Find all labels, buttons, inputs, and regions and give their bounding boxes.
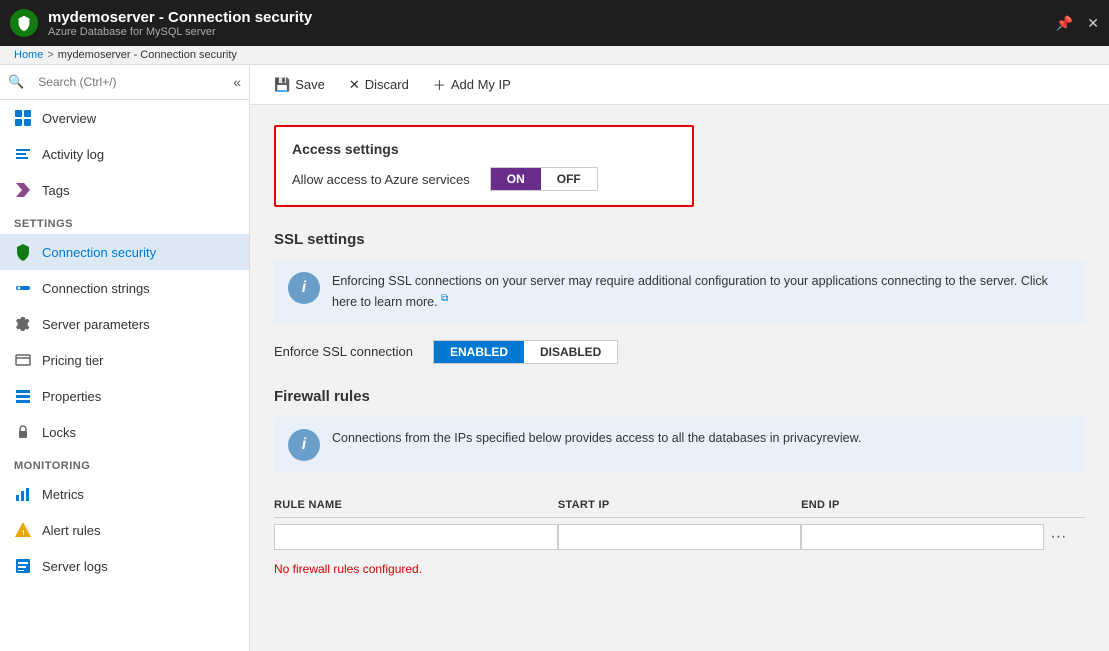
tags-icon <box>14 181 32 199</box>
sidebar-item-label: Overview <box>42 111 96 126</box>
monitoring-section-label: MONITORING <box>0 450 249 476</box>
lock-icon <box>14 423 32 441</box>
sidebar-item-label: Properties <box>42 389 101 404</box>
title-bar-controls: 📌 ✕ <box>1056 15 1099 32</box>
access-toggle-group: ON OFF <box>490 167 598 191</box>
sidebar-item-pricing-tier[interactable]: Pricing tier <box>0 342 249 378</box>
sidebar-item-properties[interactable]: Properties <box>0 378 249 414</box>
sidebar-item-connection-security[interactable]: Connection security <box>0 234 249 270</box>
sidebar-item-label: Connection strings <box>42 281 150 296</box>
pin-icon[interactable]: 📌 <box>1056 15 1073 32</box>
enforce-ssl-label: Enforce SSL connection <box>274 344 413 359</box>
content-area: 💾 Save ✕ Discard ＋ Add My IP Access sett… <box>250 65 1109 651</box>
access-settings-title: Access settings <box>292 141 676 157</box>
settings-section-label: SETTINGS <box>0 208 249 234</box>
ssl-info-icon: i <box>288 272 320 304</box>
activity-log-icon <box>14 145 32 163</box>
collapse-sidebar-button[interactable]: « <box>233 74 241 90</box>
toggle-off-button[interactable]: OFF <box>541 168 597 190</box>
firewall-section: Firewall rules i Connections from the IP… <box>274 388 1085 576</box>
ssl-section: SSL settings i Enforcing SSL connections… <box>274 231 1085 364</box>
metrics-icon <box>14 485 32 503</box>
shield-icon <box>14 243 32 261</box>
end-ip-input[interactable] <box>801 524 1044 550</box>
sidebar-item-server-logs[interactable]: Server logs <box>0 548 249 584</box>
sidebar-item-tags[interactable]: Tags <box>0 172 249 208</box>
gear-icon <box>14 315 32 333</box>
content-scroll: Access settings Allow access to Azure se… <box>250 105 1109 651</box>
pricing-icon <box>14 351 32 369</box>
connection-strings-icon <box>14 279 32 297</box>
breadcrumb-current: mydemoserver - Connection security <box>58 49 237 61</box>
title-bar: mydemoserver - Connection security Azure… <box>0 0 1109 46</box>
sidebar: 🔍 « Overview Activity log Tags SETTINGS <box>0 65 250 651</box>
discard-icon: ✕ <box>349 77 360 93</box>
sidebar-item-label: Tags <box>42 183 69 198</box>
sidebar-item-label: Activity log <box>42 147 104 162</box>
rule-name-input[interactable] <box>274 524 558 550</box>
save-button[interactable]: 💾 Save <box>270 75 329 95</box>
firewall-info-box: i Connections from the IPs specified bel… <box>274 417 1085 473</box>
ssl-section-title: SSL settings <box>274 231 1085 248</box>
main-layout: 🔍 « Overview Activity log Tags SETTINGS <box>0 65 1109 651</box>
sidebar-item-label: Metrics <box>42 487 84 502</box>
page-subtitle: Azure Database for MySQL server <box>48 26 1056 38</box>
page-title: mydemoserver - Connection security <box>48 9 1056 26</box>
firewall-rules-table: RULE NAME START IP END IP ··· <box>274 493 1085 556</box>
sidebar-item-label: Locks <box>42 425 76 440</box>
sidebar-item-label: Pricing tier <box>42 353 103 368</box>
alert-icon: ! <box>14 521 32 539</box>
search-bar: 🔍 « <box>0 65 249 100</box>
sidebar-item-label: Alert rules <box>42 523 101 538</box>
overview-icon <box>14 109 32 127</box>
firewall-info-icon: i <box>288 429 320 461</box>
sidebar-item-server-parameters[interactable]: Server parameters <box>0 306 249 342</box>
add-icon: ＋ <box>433 75 446 94</box>
ssl-info-text: Enforcing SSL connections on your server… <box>332 272 1071 312</box>
sidebar-item-label: Server parameters <box>42 317 150 332</box>
firewall-info-text: Connections from the IPs specified below… <box>332 429 861 448</box>
access-toggle-row: Allow access to Azure services ON OFF <box>292 167 676 191</box>
start-ip-input[interactable] <box>558 524 801 550</box>
ssl-enabled-button[interactable]: ENABLED <box>434 341 524 363</box>
sidebar-item-metrics[interactable]: Metrics <box>0 476 249 512</box>
external-link-icon[interactable]: ⧉ <box>441 293 448 304</box>
properties-icon <box>14 387 32 405</box>
title-bar-text: mydemoserver - Connection security Azure… <box>48 9 1056 38</box>
sidebar-item-activity-log[interactable]: Activity log <box>0 136 249 172</box>
ssl-toggle-row: Enforce SSL connection ENABLED DISABLED <box>274 340 1085 364</box>
search-input[interactable] <box>30 71 227 93</box>
row-options-button[interactable]: ··· <box>1044 528 1066 545</box>
breadcrumb-separator: > <box>47 49 53 61</box>
close-icon[interactable]: ✕ <box>1087 15 1099 32</box>
search-icon: 🔍 <box>8 74 24 90</box>
svg-text:!: ! <box>22 530 24 537</box>
col-start-ip: START IP <box>558 493 801 518</box>
ssl-toggle-group: ENABLED DISABLED <box>433 340 618 364</box>
discard-button[interactable]: ✕ Discard <box>345 75 413 95</box>
firewall-rule-row: ··· <box>274 517 1085 556</box>
save-icon: 💾 <box>274 77 290 93</box>
col-rule-name: RULE NAME <box>274 493 558 518</box>
sidebar-item-connection-strings[interactable]: Connection strings <box>0 270 249 306</box>
ssl-disabled-button[interactable]: DISABLED <box>524 341 617 363</box>
sidebar-item-label: Connection security <box>42 245 156 260</box>
breadcrumb: Home > mydemoserver - Connection securit… <box>0 46 1109 65</box>
sidebar-item-label: Server logs <box>42 559 108 574</box>
no-rules-text: No firewall rules configured. <box>274 562 1085 576</box>
access-settings-box: Access settings Allow access to Azure se… <box>274 125 694 207</box>
sidebar-item-overview[interactable]: Overview <box>0 100 249 136</box>
col-end-ip: END IP <box>801 493 1044 518</box>
firewall-section-title: Firewall rules <box>274 388 1085 405</box>
server-logs-icon <box>14 557 32 575</box>
ssl-info-box: i Enforcing SSL connections on your serv… <box>274 260 1085 324</box>
toggle-on-button[interactable]: ON <box>491 168 541 190</box>
sidebar-item-locks[interactable]: Locks <box>0 414 249 450</box>
add-my-ip-button[interactable]: ＋ Add My IP <box>429 73 515 96</box>
sidebar-item-alert-rules[interactable]: ! Alert rules <box>0 512 249 548</box>
breadcrumb-home[interactable]: Home <box>14 49 43 61</box>
allow-access-label: Allow access to Azure services <box>292 172 470 187</box>
toolbar: 💾 Save ✕ Discard ＋ Add My IP <box>250 65 1109 105</box>
app-icon <box>10 9 38 37</box>
